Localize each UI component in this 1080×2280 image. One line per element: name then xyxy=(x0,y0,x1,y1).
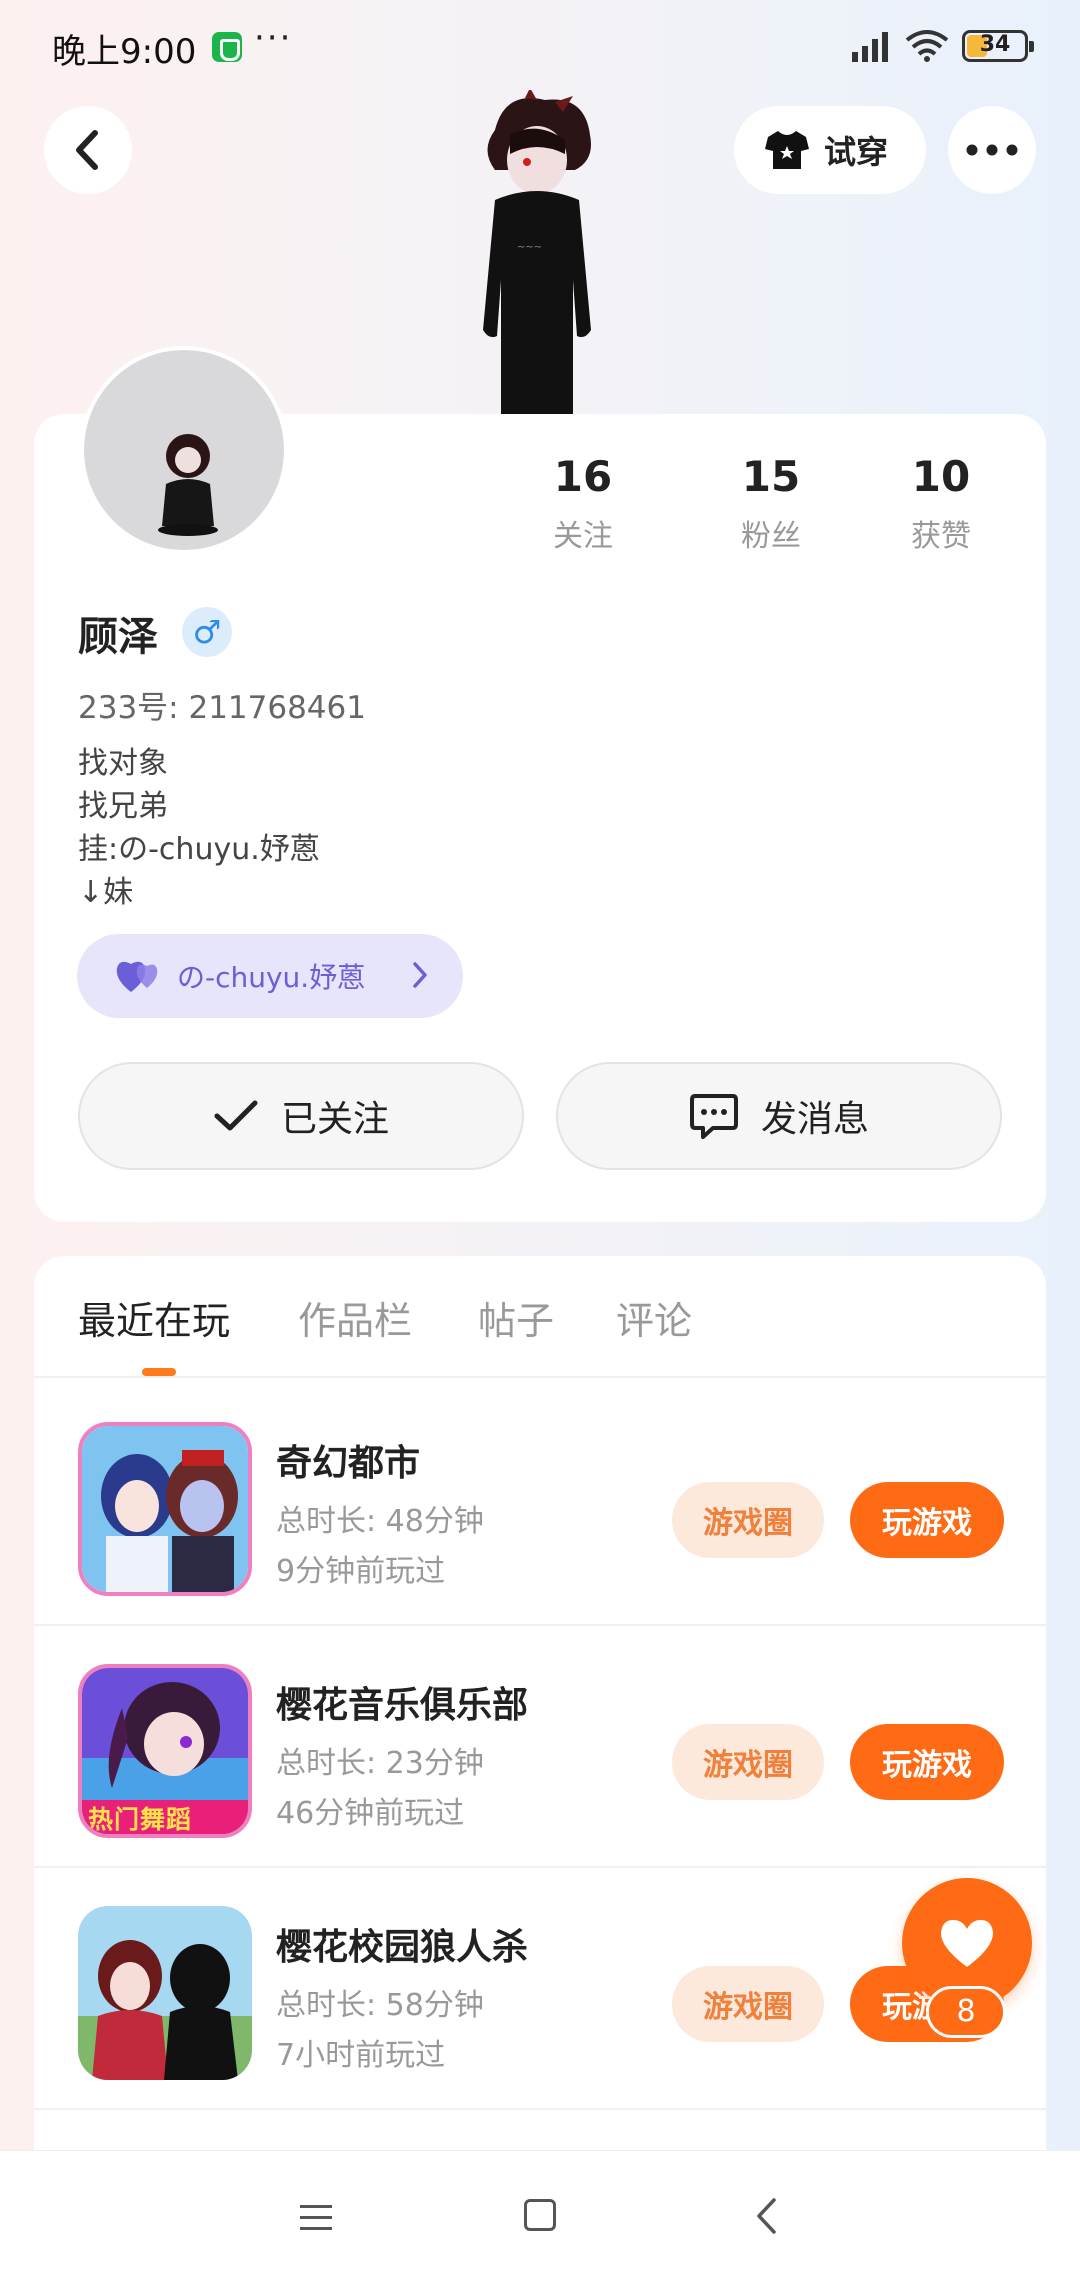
stat-following[interactable]: 16 关注 xyxy=(508,452,658,555)
stat-likes[interactable]: 10 获赞 xyxy=(866,452,1016,555)
stat-label: 关注 xyxy=(553,519,613,554)
bio-line: ↓妹 xyxy=(78,875,134,910)
menu-icon[interactable] xyxy=(298,2203,334,2233)
follow-label: 已关注 xyxy=(280,1099,389,1140)
stat-value: 10 xyxy=(911,452,971,501)
battery-level: 34 xyxy=(979,32,1011,57)
status-bar: 晚上9:00 ··· 34 xyxy=(0,0,1080,96)
security-shield-icon xyxy=(212,32,242,62)
game-cover-image xyxy=(78,1906,252,2080)
bio-line: 找对象 xyxy=(78,746,168,781)
play-game-button[interactable]: 玩游戏 xyxy=(850,1724,1004,1800)
row-divider xyxy=(34,2108,1046,2110)
chat-bubble-icon xyxy=(689,1094,738,1139)
tab-indicator xyxy=(142,1368,176,1376)
stat-value: 15 xyxy=(741,452,801,501)
game-circle-button[interactable]: 游戏圈 xyxy=(672,1724,824,1800)
chevron-left-icon xyxy=(76,130,98,170)
bio-line: 挂:の-chuyu.妤蒽 xyxy=(78,832,320,867)
game-duration: 总时长: 48分钟 xyxy=(276,1504,484,1539)
tab-works[interactable]: 作品栏 xyxy=(298,1290,412,1345)
user-bio: 找对象 找兄弟 挂:の-chuyu.妤蒽 ↓妹 xyxy=(78,742,320,914)
play-game-button[interactable]: 玩游戏 xyxy=(850,1482,1004,1558)
game-row[interactable]: 热门舞蹈 樱花音乐俱乐部 总时长: 23分钟 46分钟前玩过 游戏圈 玩游戏 xyxy=(34,1626,1046,1868)
follow-button[interactable]: 已关注 xyxy=(78,1062,524,1170)
user-id: 233号: 211768461 xyxy=(78,690,366,726)
relation-tag[interactable]: の-chuyu.妤蒽 xyxy=(77,934,463,1018)
character-avatar-figure: ~~~ xyxy=(483,90,591,420)
stat-label: 粉丝 xyxy=(741,519,801,554)
message-button[interactable]: 发消息 xyxy=(556,1062,1002,1170)
game-last-played: 9分钟前玩过 xyxy=(276,1554,446,1589)
bio-line: 找兄弟 xyxy=(78,789,168,824)
avatar[interactable] xyxy=(80,346,288,554)
more-dots-icon xyxy=(966,144,1018,156)
game-icon[interactable] xyxy=(78,1422,252,1596)
svg-text:~~~: ~~~ xyxy=(517,242,542,253)
game-circle-button[interactable]: 游戏圈 xyxy=(672,1482,824,1558)
signal-icon xyxy=(852,32,888,62)
tabs-divider xyxy=(34,1376,1046,1378)
back-button[interactable] xyxy=(44,106,132,194)
try-on-label: 试穿 xyxy=(824,133,889,171)
game-icon-badge: 热门舞蹈 xyxy=(88,1805,193,1834)
home-square-icon[interactable] xyxy=(524,2199,556,2231)
game-duration: 总时长: 23分钟 xyxy=(276,1746,484,1781)
status-time: 晚上9:00 xyxy=(52,32,197,72)
check-icon xyxy=(214,1100,258,1131)
stat-followers[interactable]: 15 粉丝 xyxy=(696,452,846,555)
game-cover-image xyxy=(82,1426,248,1592)
relation-name: の-chuyu.妤蒽 xyxy=(177,961,366,994)
notification-dots: ··· xyxy=(254,18,293,58)
profile-stats: 16 关注 15 粉丝 10 获赞 xyxy=(500,452,1020,562)
like-count: 8 xyxy=(926,1986,1006,2038)
male-icon: ♂ xyxy=(192,613,222,651)
game-circle-button[interactable]: 游戏圈 xyxy=(672,1966,824,2042)
game-icon[interactable] xyxy=(78,1906,252,2080)
tab-recently-played[interactable]: 最近在玩 xyxy=(78,1290,230,1345)
game-icon[interactable]: 热门舞蹈 xyxy=(78,1664,252,1838)
game-row[interactable]: 樱花校园狼人杀 总时长: 58分钟 7小时前玩过 游戏圈 玩游戏 xyxy=(34,1868,1046,2110)
battery-icon: 34 xyxy=(962,30,1034,62)
gender-badge: ♂ xyxy=(182,607,232,657)
game-row[interactable]: 奇幻都市 总时长: 48分钟 9分钟前玩过 游戏圈 玩游戏 xyxy=(34,1384,1046,1626)
game-last-played: 7小时前玩过 xyxy=(276,2038,446,2073)
tshirt-icon xyxy=(765,131,809,169)
double-heart-icon xyxy=(116,961,158,992)
try-on-button[interactable]: 试穿 xyxy=(734,106,926,194)
more-options-button[interactable] xyxy=(948,106,1036,194)
tab-comments[interactable]: 评论 xyxy=(616,1290,692,1345)
avatar-figure xyxy=(158,434,218,536)
game-last-played: 46分钟前玩过 xyxy=(276,1796,465,1831)
message-label: 发消息 xyxy=(760,1099,869,1140)
tab-posts[interactable]: 帖子 xyxy=(478,1290,554,1345)
game-title: 樱花音乐俱乐部 xyxy=(276,1685,529,1726)
user-name: 顾泽 xyxy=(78,614,158,660)
back-arrow-icon[interactable] xyxy=(754,2197,778,2235)
system-nav-bar xyxy=(0,2150,1080,2280)
heart-icon xyxy=(940,1919,994,1967)
chevron-right-icon xyxy=(413,962,427,988)
stat-label: 获赞 xyxy=(911,519,971,554)
game-duration: 总时长: 58分钟 xyxy=(276,1988,484,2023)
game-title: 奇幻都市 xyxy=(276,1443,421,1484)
game-title: 樱花校园狼人杀 xyxy=(276,1927,529,1968)
stat-value: 16 xyxy=(553,452,613,501)
wifi-icon xyxy=(905,30,949,62)
